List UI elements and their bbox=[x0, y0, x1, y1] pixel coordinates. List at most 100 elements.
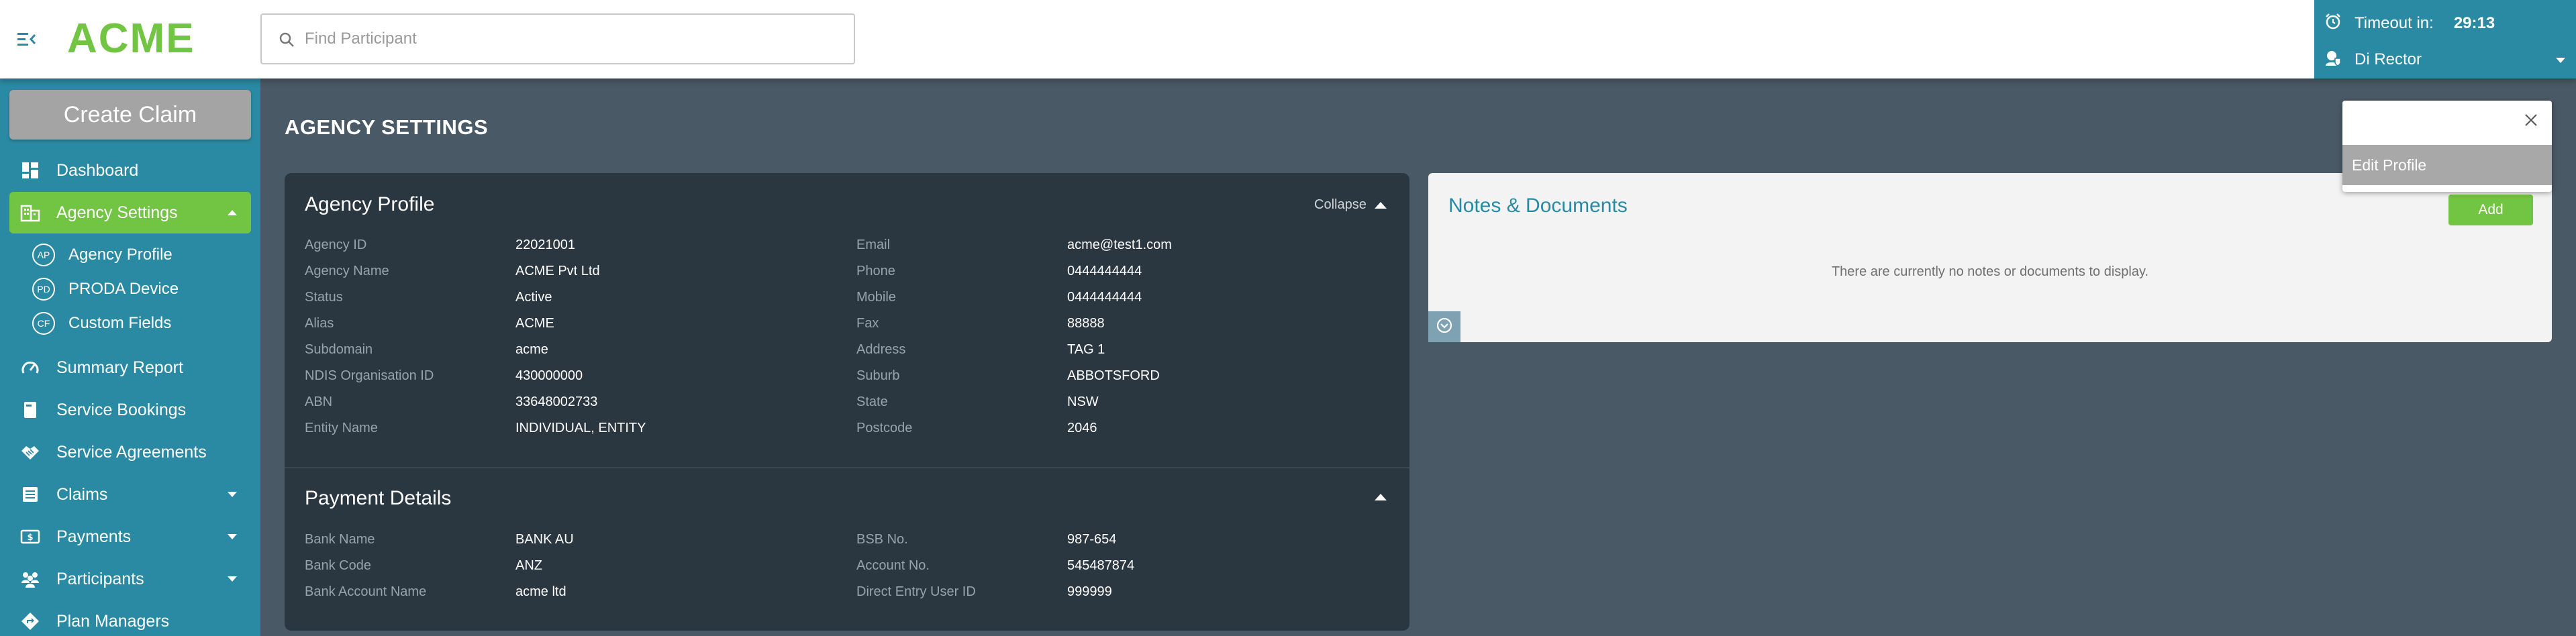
sidebar-item-summary-report[interactable]: Summary Report bbox=[9, 347, 251, 388]
sidebar-item-service-bookings[interactable]: Service Bookings bbox=[9, 389, 251, 431]
sidebar-subitem-label: PRODA Device bbox=[68, 280, 179, 298]
sidebar-item-dashboard[interactable]: Dashboard bbox=[9, 150, 251, 191]
field-agency-name: Agency Name bbox=[305, 264, 389, 278]
value-agency-id: 22021001 bbox=[515, 237, 575, 252]
gauge-icon bbox=[20, 358, 40, 378]
create-claim-button[interactable]: Create Claim bbox=[9, 90, 251, 140]
building-icon bbox=[20, 203, 40, 223]
value-agency-name: ACME Pvt Ltd bbox=[515, 264, 600, 278]
sidebar-item-participants[interactable]: Participants bbox=[9, 558, 251, 600]
sidebar-item-plan-managers[interactable]: Plan Managers bbox=[9, 600, 251, 636]
sidebar-item-label: Claims bbox=[56, 484, 108, 504]
sidebar-item-claims[interactable]: Claims bbox=[9, 474, 251, 515]
field-bank-account-name: Bank Account Name bbox=[305, 584, 427, 599]
field-alias: Alias bbox=[305, 316, 334, 331]
payment-details-toggle[interactable] bbox=[1375, 494, 1387, 500]
sidebar-item-service-agreements[interactable]: Service Agreements bbox=[9, 431, 251, 473]
sidebar-item-label: Service Agreements bbox=[56, 442, 207, 462]
field-abn: ABN bbox=[305, 394, 333, 409]
payment-details-title: Payment Details bbox=[305, 487, 452, 509]
value-fax: 88888 bbox=[1067, 316, 1105, 331]
field-agency-id: Agency ID bbox=[305, 237, 367, 252]
notes-empty-message: There are currently no notes or document… bbox=[1831, 264, 2149, 279]
field-state: State bbox=[856, 394, 888, 409]
sidebar-item-label: Summary Report bbox=[56, 358, 183, 377]
field-bank-name: Bank Name bbox=[305, 532, 375, 547]
sidebar-item-payments[interactable]: $ Payments bbox=[9, 516, 251, 558]
collapse-label: Collapse bbox=[1314, 197, 1367, 212]
value-subdomain: acme bbox=[515, 342, 548, 357]
sidebar-item-label: Agency Settings bbox=[56, 203, 178, 222]
field-entity-name: Entity Name bbox=[305, 421, 378, 435]
value-bank-code: ANZ bbox=[515, 558, 542, 573]
value-status: Active bbox=[515, 290, 552, 305]
user-menu[interactable]: Di Rector bbox=[2324, 48, 2567, 71]
sidebar-subitem-custom-fields[interactable]: CF Custom Fields bbox=[32, 307, 247, 340]
sidebar-item-label: Payments bbox=[56, 527, 132, 546]
proda-device-badge-icon: PD bbox=[32, 278, 55, 301]
field-postcode: Postcode bbox=[856, 421, 913, 435]
field-bank-code: Bank Code bbox=[305, 558, 371, 573]
caret-up-icon bbox=[1374, 201, 1387, 209]
book-icon bbox=[20, 400, 40, 420]
collapse-toggle[interactable]: Collapse bbox=[1314, 197, 1387, 213]
sidebar-item-label: Service Bookings bbox=[56, 400, 187, 419]
field-mobile: Mobile bbox=[856, 290, 896, 305]
timeout-value: 29:13 bbox=[2453, 14, 2495, 32]
diamond-direction-icon bbox=[20, 611, 40, 631]
value-bank-account-name: acme ltd bbox=[515, 584, 566, 599]
search-icon bbox=[278, 31, 297, 50]
profile-menu-popup: Edit Profile bbox=[2342, 101, 2552, 192]
field-email: Email bbox=[856, 237, 891, 252]
value-alias: ACME bbox=[515, 316, 554, 331]
value-bank-name: BANK AU bbox=[515, 532, 574, 547]
user-name: Di Rector bbox=[2355, 50, 2422, 68]
caret-down-icon bbox=[224, 571, 240, 587]
expand-notes-button[interactable] bbox=[1428, 311, 1460, 342]
caret-down-icon bbox=[2555, 50, 2567, 69]
sidebar-subitem-label: Agency Profile bbox=[68, 246, 172, 264]
page-title: AGENCY SETTINGS bbox=[285, 115, 489, 139]
close-icon[interactable] bbox=[2521, 110, 2541, 130]
value-entity-name: INDIVIDUAL, ENTITY bbox=[515, 421, 646, 435]
sidebar-subitem-agency-profile[interactable]: AP Agency Profile bbox=[32, 238, 247, 272]
field-suburb: Suburb bbox=[856, 368, 900, 383]
top-header: ACME Timeout in: 29:13 bbox=[0, 0, 2576, 78]
users-icon bbox=[20, 569, 40, 589]
list-icon bbox=[20, 484, 40, 505]
menu-collapse-icon[interactable] bbox=[15, 27, 39, 51]
participant-search[interactable] bbox=[260, 13, 855, 64]
payment-icon: $ bbox=[20, 527, 40, 547]
notes-title: Notes & Documents bbox=[1448, 195, 1628, 217]
value-abn: 33648002733 bbox=[515, 394, 598, 409]
timeout-label: Timeout in: bbox=[2355, 14, 2434, 32]
value-address: TAG 1 bbox=[1067, 342, 1105, 357]
search-input[interactable] bbox=[305, 15, 842, 63]
value-postcode: 2046 bbox=[1067, 421, 1097, 435]
field-direct-entry-user-id: Direct Entry User ID bbox=[856, 584, 976, 599]
value-email: acme@test1.com bbox=[1067, 237, 1172, 252]
value-phone: 0444444444 bbox=[1067, 264, 1142, 278]
chevron-down-circle-icon bbox=[1435, 316, 1454, 338]
sidebar-subitem-label: Custom Fields bbox=[68, 314, 172, 332]
notes-documents-card: Notes & Documents Add There are currentl… bbox=[1428, 173, 2552, 342]
user-panel: Timeout in: 29:13 Di Rector bbox=[2314, 0, 2576, 78]
sidebar-item-label: Participants bbox=[56, 569, 144, 588]
field-ndis-organisation-id: NDIS Organisation ID bbox=[305, 368, 434, 383]
field-subdomain: Subdomain bbox=[305, 342, 373, 357]
agency-profile-badge-icon: AP bbox=[32, 244, 55, 266]
value-ndis-organisation-id: 430000000 bbox=[515, 368, 583, 383]
alarm-clock-icon bbox=[2324, 12, 2342, 36]
add-note-button[interactable]: Add bbox=[2448, 195, 2533, 225]
value-direct-entry-user-id: 999999 bbox=[1067, 584, 1112, 599]
value-state: NSW bbox=[1067, 394, 1099, 409]
sidebar-item-agency-settings[interactable]: Agency Settings bbox=[9, 192, 251, 233]
sidebar-subitem-proda-device[interactable]: PD PRODA Device bbox=[32, 272, 247, 306]
dashboard-icon bbox=[20, 160, 40, 180]
sidebar: Create Claim Dashboard Agency Settings A… bbox=[0, 78, 260, 636]
agency-profile-title: Agency Profile bbox=[305, 193, 435, 215]
agency-profile-card: Agency Profile Collapse Agency ID 220210… bbox=[285, 173, 1409, 631]
acme-logo[interactable]: ACME bbox=[67, 15, 195, 62]
edit-profile-menu-item[interactable]: Edit Profile bbox=[2342, 145, 2552, 185]
field-account-no: Account No. bbox=[856, 558, 930, 573]
